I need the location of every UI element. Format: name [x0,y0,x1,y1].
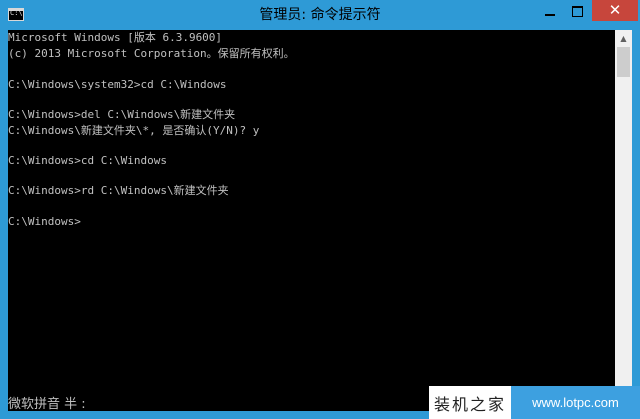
vertical-scrollbar[interactable]: ▲ ▼ [615,30,632,411]
minimize-button[interactable] [536,0,564,22]
site-watermark: 装机之家 www.lotpc.com [429,386,640,419]
command-prompt-window: C:\ 管理员: 命令提示符 ✕ Microsoft Windows [版本 6… [0,0,640,419]
console-prompt-line: C:\Windows> [8,215,81,228]
console-line: Microsoft Windows [版本 6.3.9600] [8,31,223,44]
minimize-icon [545,14,555,16]
console-output[interactable]: Microsoft Windows [版本 6.3.9600] (c) 2013… [8,30,615,411]
maximize-icon [571,5,583,17]
console-line: C:\Windows>rd C:\Windows\新建文件夹 [8,184,229,197]
console-line: C:\Windows>cd C:\Windows [8,154,167,167]
maximize-button[interactable] [564,0,590,22]
console-line: C:\Windows>del C:\Windows\新建文件夹 [8,108,236,121]
ime-status: 微软拼音 半 : [8,397,86,411]
watermark-url: www.lotpc.com [511,386,640,419]
watermark-site-name: 装机之家 [433,394,506,414]
scroll-thumb[interactable] [617,47,630,77]
console-line: (c) 2013 Microsoft Corporation。保留所有权利。 [8,47,295,60]
title-bar[interactable]: C:\ 管理员: 命令提示符 ✕ [0,0,640,30]
console-line: C:\Windows\system32>cd C:\Windows [8,78,227,91]
close-button[interactable]: ✕ [592,0,638,21]
close-icon: ✕ [608,1,622,19]
console-line: C:\Windows\新建文件夹\*, 是否确认(Y/N)? y [8,124,260,137]
scroll-up-arrow-icon[interactable]: ▲ [615,30,632,47]
